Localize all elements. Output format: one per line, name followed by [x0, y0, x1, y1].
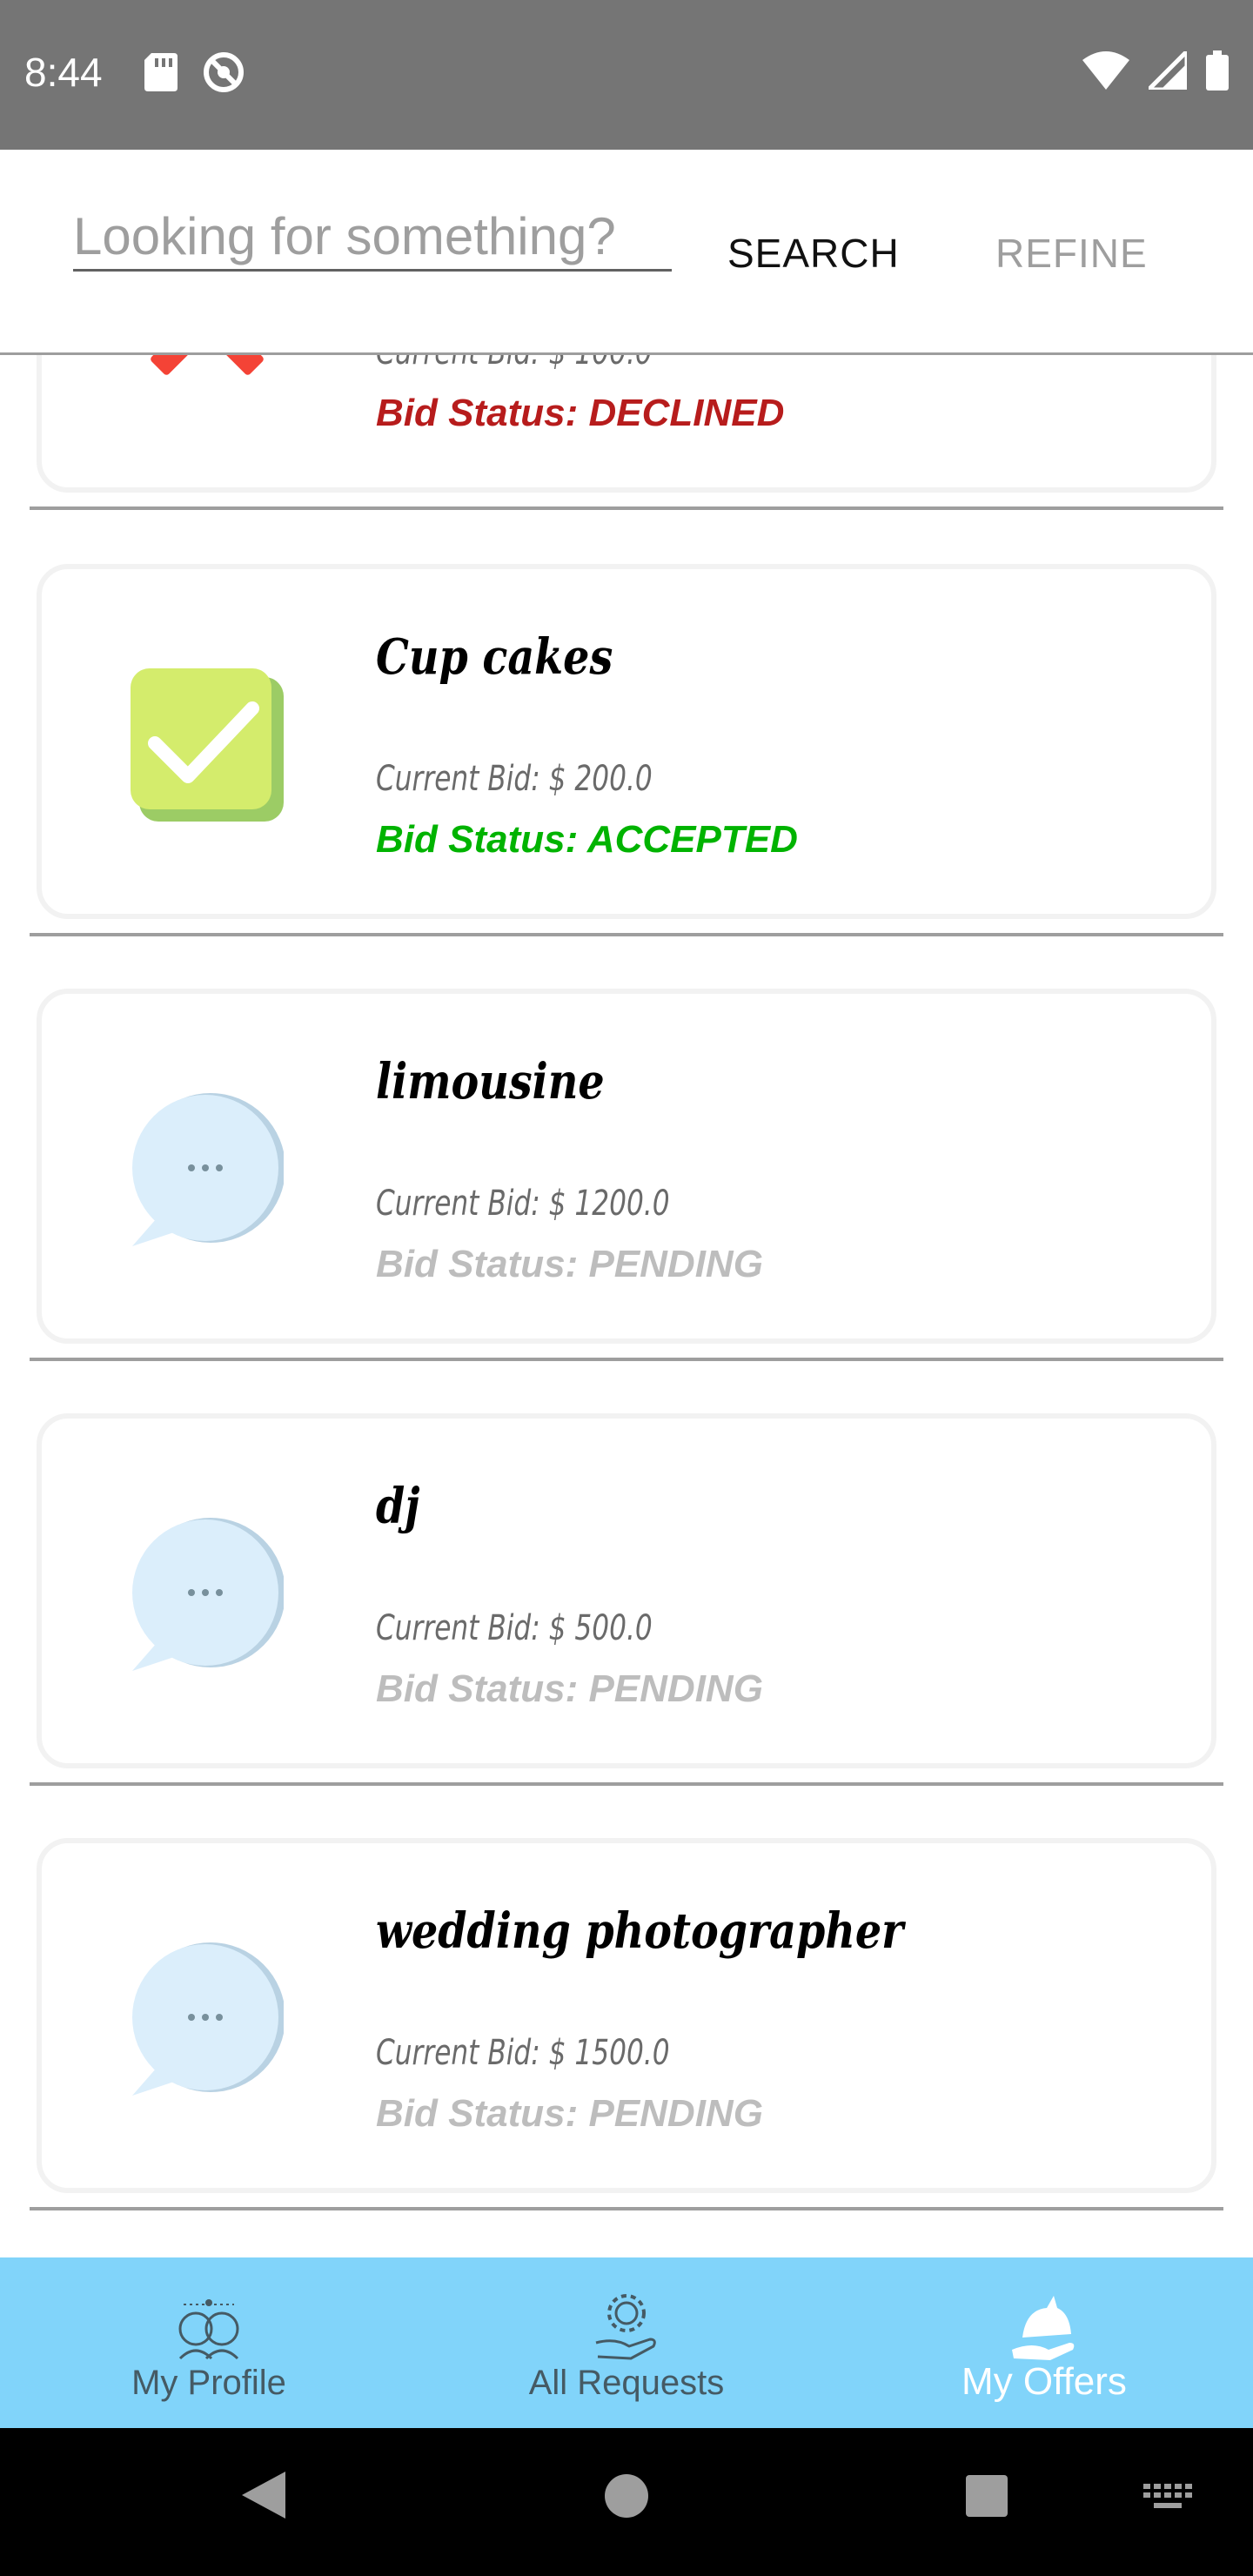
offer-card[interactable]: Cup cakes Current Bid: $ 200.0 Bid Statu… — [30, 564, 1223, 936]
keyboard-icon[interactable] — [1143, 2484, 1194, 2515]
offer-title: Cup cakes — [376, 628, 613, 686]
nav-label: My Offers — [962, 2360, 1127, 2403]
back-icon[interactable] — [237, 2468, 291, 2522]
offer-title: limousine — [376, 1053, 605, 1110]
nav-tab-my-profile[interactable]: My Profile — [0, 2257, 418, 2428]
accepted-check-icon — [131, 668, 284, 822]
offer-current-bid: Current Bid: $ 1500.0 — [376, 2033, 670, 2073]
nav-tab-my-offers[interactable]: My Offers — [835, 2257, 1253, 2428]
nav-label: All Requests — [528, 2364, 725, 2402]
nav-label: My Profile — [131, 2364, 286, 2402]
sd-card-icon — [144, 53, 178, 91]
status-bar: 8:44 — [0, 0, 1253, 150]
offer-card[interactable]: wedding photographer Current Bid: $ 1500… — [30, 1838, 1223, 2210]
declined-x-icon — [151, 355, 264, 375]
search-bar: SEARCH REFINE — [0, 150, 1253, 355]
offer-bid-status: Bid Status: DECLINED — [376, 392, 785, 434]
gear-hand-icon — [595, 2294, 656, 2360]
offer-current-bid: Current Bid: $ 200.0 — [376, 759, 653, 799]
offer-bid-status: Bid Status: ACCEPTED — [376, 818, 798, 861]
battery-icon — [1206, 50, 1229, 91]
offer-bid-status: Bid Status: PENDING — [376, 1667, 763, 1710]
status-time: 8:44 — [24, 50, 103, 95]
offer-title: dj — [376, 1478, 420, 1535]
offer-card-body: Current Bid: $ 100.0 Bid Status: DECLINE… — [37, 355, 1216, 493]
wifi-icon — [1082, 51, 1129, 90]
offer-card[interactable]: dj Current Bid: $ 500.0 Bid Status: PEND… — [30, 1413, 1223, 1786]
offer-current-bid: Current Bid: $ 100.0 — [376, 355, 653, 372]
profile-couple-icon — [178, 2299, 239, 2360]
offer-card-body: Cup cakes Current Bid: $ 200.0 Bid Statu… — [37, 564, 1216, 919]
system-navigation-bar — [0, 2428, 1253, 2576]
offers-list[interactable]: Current Bid: $ 100.0 Bid Status: DECLINE… — [0, 355, 1253, 2257]
offer-card-body: wedding photographer Current Bid: $ 1500… — [37, 1838, 1216, 2193]
bottom-navigation: My Profile All Requests My Offers — [0, 2257, 1253, 2428]
offer-current-bid: Current Bid: $ 500.0 — [376, 1608, 653, 1648]
pending-chat-bubble-icon — [132, 1093, 284, 1246]
offer-card[interactable]: limousine Current Bid: $ 1200.0 Bid Stat… — [30, 989, 1223, 1361]
offer-card[interactable]: Current Bid: $ 100.0 Bid Status: DECLINE… — [30, 355, 1223, 510]
pending-chat-bubble-icon — [132, 1518, 284, 1671]
offer-current-bid: Current Bid: $ 1200.0 — [376, 1184, 670, 1224]
search-button[interactable]: SEARCH — [727, 230, 900, 277]
do-not-disturb-icon — [204, 52, 244, 92]
status-left-icons — [144, 50, 245, 94]
recents-icon[interactable] — [964, 2473, 1009, 2519]
offer-hand-icon — [1012, 2296, 1075, 2360]
status-right-icons — [1082, 50, 1229, 91]
offer-bid-status: Bid Status: PENDING — [376, 1243, 763, 1285]
offer-card-body: limousine Current Bid: $ 1200.0 Bid Stat… — [37, 989, 1216, 1344]
offer-title: wedding photographer — [376, 1902, 904, 1960]
refine-button[interactable]: REFINE — [995, 230, 1148, 277]
offer-card-body: dj Current Bid: $ 500.0 Bid Status: PEND… — [37, 1413, 1216, 1768]
home-icon[interactable] — [604, 2473, 649, 2519]
offer-bid-status: Bid Status: PENDING — [376, 2092, 763, 2135]
signal-icon — [1149, 51, 1187, 90]
nav-tab-all-requests[interactable]: All Requests — [418, 2257, 835, 2428]
search-input[interactable] — [73, 204, 672, 272]
pending-chat-bubble-icon — [132, 1942, 284, 2096]
